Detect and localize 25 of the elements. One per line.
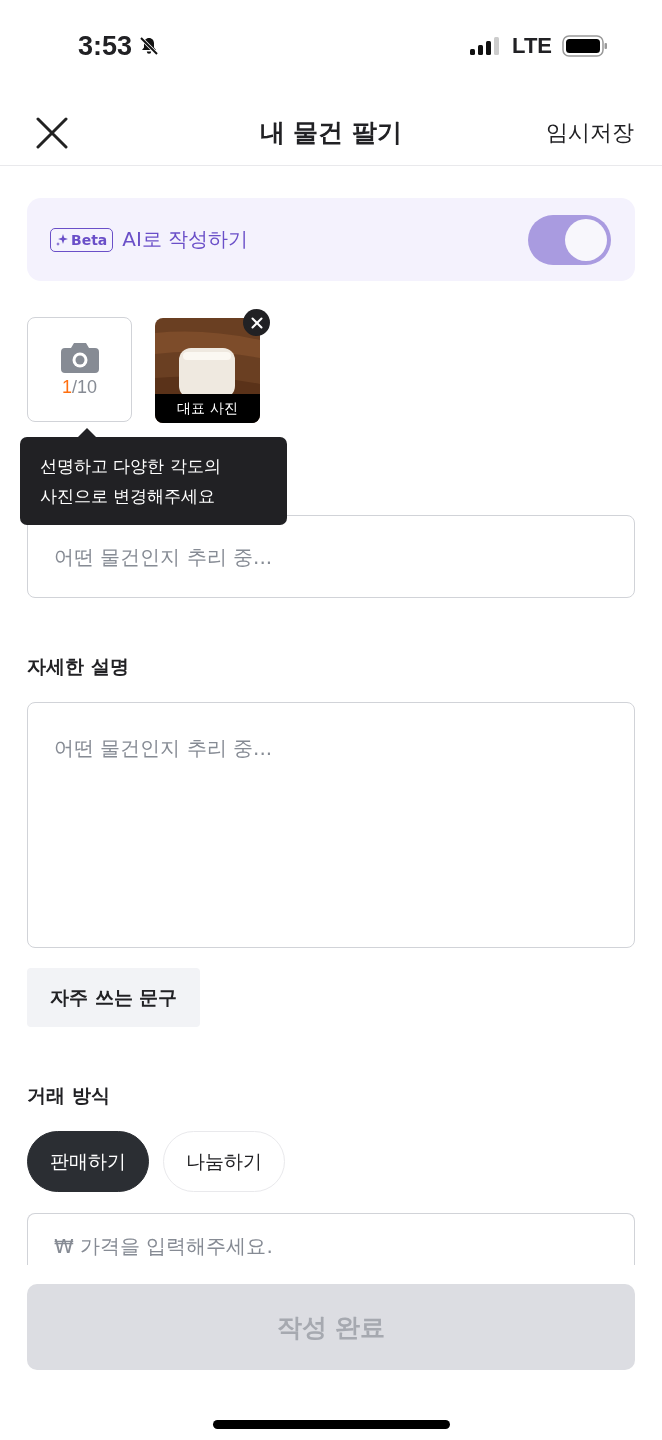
page-title: 내 물건 팔기 [259, 117, 403, 149]
network-label: LTE [512, 33, 552, 59]
frequent-phrases-button[interactable]: 자주 쓰는 문구 [27, 968, 201, 1027]
sparkle-icon [56, 233, 68, 246]
description-label: 자세한 설명 [27, 654, 130, 679]
trade-option-chip[interactable]: 나눔하기 [163, 1131, 285, 1192]
ai-toggle[interactable] [528, 214, 611, 265]
cover-photo-label: 대표 사진 [155, 394, 260, 423]
price-field[interactable]: ₩ 가격을 입력해주세요. [27, 1213, 635, 1265]
photo-count: 1/10 [61, 377, 97, 398]
status-time: 3:53 [78, 30, 133, 62]
trade-option-chip[interactable]: 판매하기 [27, 1131, 149, 1192]
battery-icon [562, 35, 608, 57]
trade-method-label: 거래 방식 [27, 1083, 111, 1108]
ai-write-label: AI로 작성하기 [122, 226, 250, 253]
description-field[interactable]: 어떤 물건인지 추리 중... [27, 702, 635, 948]
beta-badge: Beta [50, 227, 114, 252]
title-field[interactable]: 어떤 물건인지 추리 중... [27, 515, 635, 598]
camera-icon [60, 341, 99, 373]
tooltip: 선명하고 다양한 각도의 사진으로 변경해주세요 [20, 437, 287, 525]
close-icon [250, 316, 263, 329]
muted-bell-icon [138, 35, 161, 57]
close-icon[interactable] [36, 116, 68, 149]
remove-photo-button[interactable] [243, 309, 270, 336]
save-draft-button[interactable]: 임시저장 [546, 117, 634, 148]
